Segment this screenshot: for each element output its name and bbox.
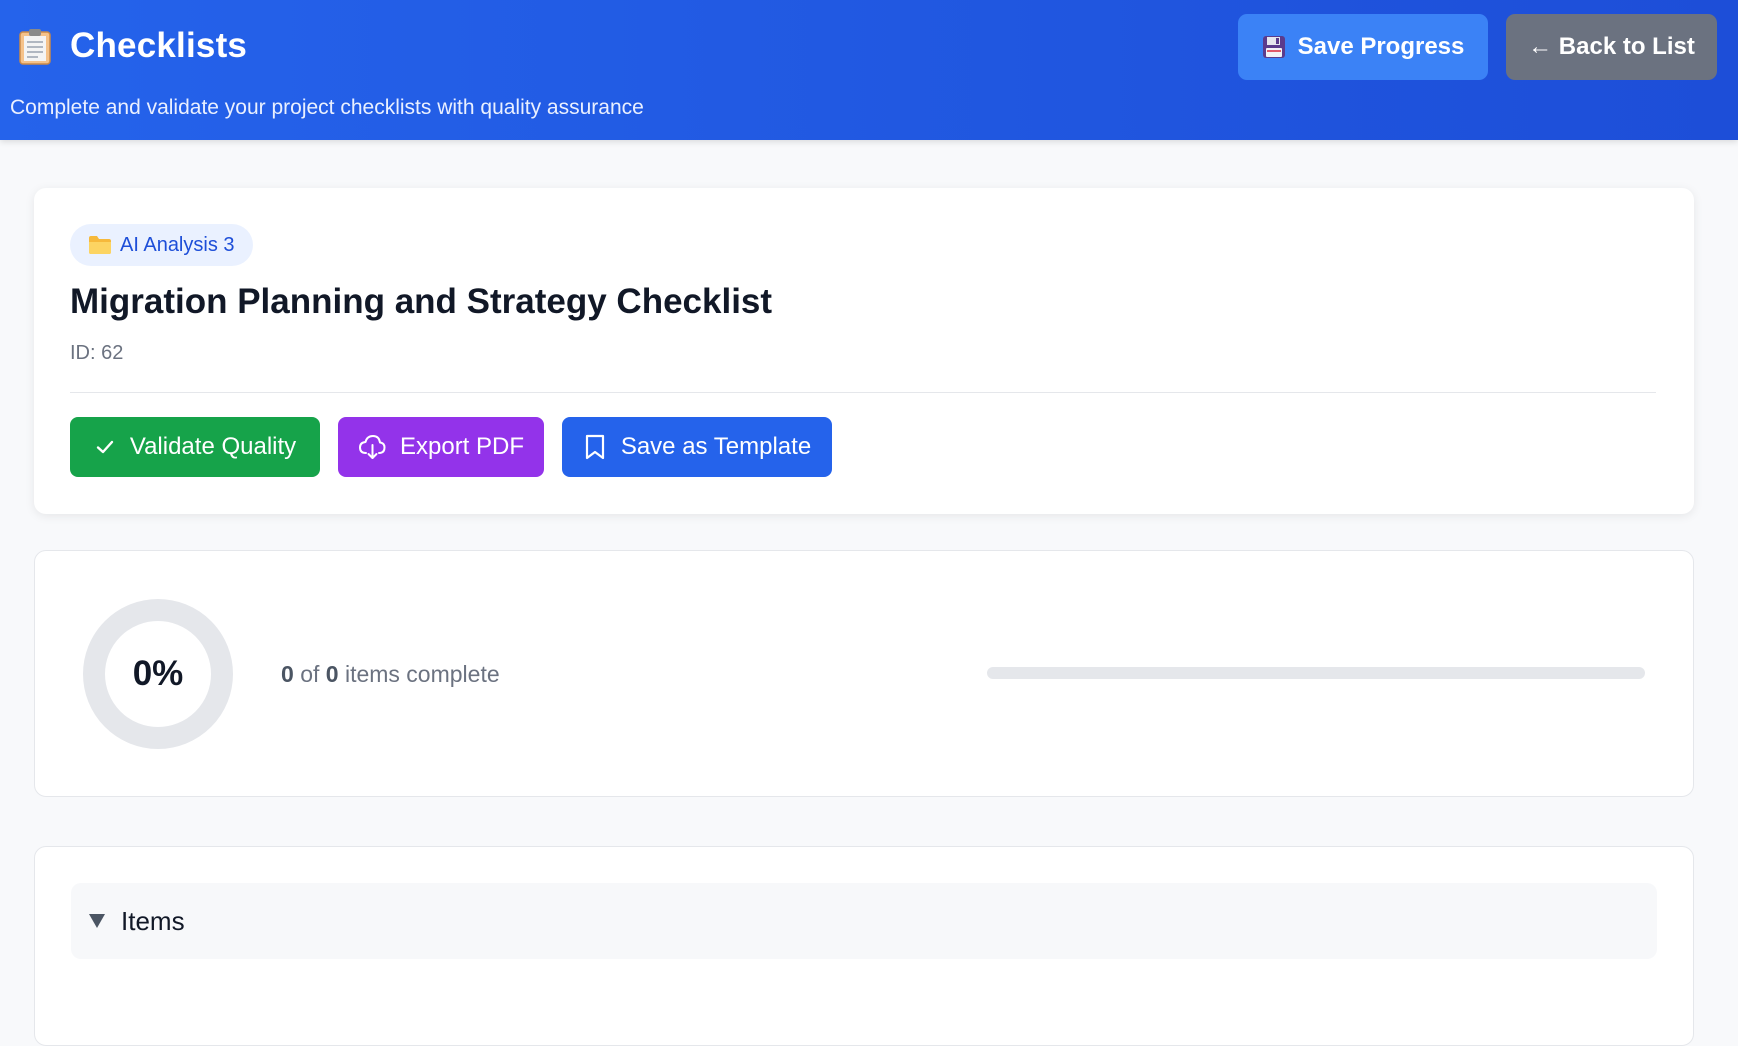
project-badge[interactable]: AI Analysis 3 bbox=[70, 224, 253, 266]
bookmark-icon bbox=[585, 434, 604, 460]
progress-bar bbox=[987, 667, 1645, 679]
checklist-id: ID: 62 bbox=[70, 342, 124, 364]
validate-quality-label: Validate Quality bbox=[129, 433, 297, 460]
save-progress-label: Save Progress bbox=[1297, 33, 1465, 60]
app-title: Checklists bbox=[70, 26, 248, 65]
floppy-disk-icon bbox=[1262, 35, 1286, 59]
checklist-info-card: AI Analysis 3 Migration Planning and Str… bbox=[34, 188, 1694, 514]
items-complete-text: items complete bbox=[344, 661, 500, 687]
validate-quality-button[interactable]: Validate Quality bbox=[70, 417, 320, 477]
export-pdf-label: Export PDF bbox=[399, 433, 525, 460]
back-to-list-button[interactable]: ← Back to List bbox=[1506, 14, 1717, 80]
save-as-template-label: Save as Template bbox=[620, 433, 812, 460]
save-progress-button[interactable]: Save Progress bbox=[1238, 14, 1488, 80]
export-pdf-button[interactable]: Export PDF bbox=[338, 417, 544, 477]
progress-summary: 0 of 0 items complete bbox=[281, 661, 500, 688]
checkmark-icon bbox=[96, 440, 114, 454]
header-title-row: Checklists bbox=[18, 26, 247, 66]
items-card: Items bbox=[34, 846, 1694, 1046]
divider bbox=[70, 392, 1656, 393]
completed-count: 0 bbox=[281, 661, 294, 687]
clipboard-icon bbox=[18, 27, 52, 65]
of-text: of bbox=[300, 661, 320, 687]
folder-icon bbox=[88, 235, 112, 255]
items-section-toggle[interactable]: Items bbox=[71, 883, 1657, 959]
project-badge-label: AI Analysis 3 bbox=[120, 233, 235, 256]
progress-ring: 0% bbox=[83, 599, 233, 749]
expand-triangle-icon bbox=[89, 914, 105, 928]
checklist-title: Migration Planning and Strategy Checklis… bbox=[70, 282, 773, 321]
save-as-template-button[interactable]: Save as Template bbox=[562, 417, 832, 477]
app-header: Checklists Complete and validate your pr… bbox=[0, 0, 1738, 140]
items-section-label: Items bbox=[121, 905, 185, 936]
header-subtitle: Complete and validate your project check… bbox=[10, 96, 644, 119]
total-count: 0 bbox=[325, 661, 339, 687]
progress-percent: 0% bbox=[132, 654, 184, 693]
progress-card: 0% 0 of 0 items complete bbox=[34, 550, 1694, 797]
back-to-list-label: ← Back to List bbox=[1528, 33, 1695, 60]
cloud-download-icon bbox=[358, 435, 386, 459]
